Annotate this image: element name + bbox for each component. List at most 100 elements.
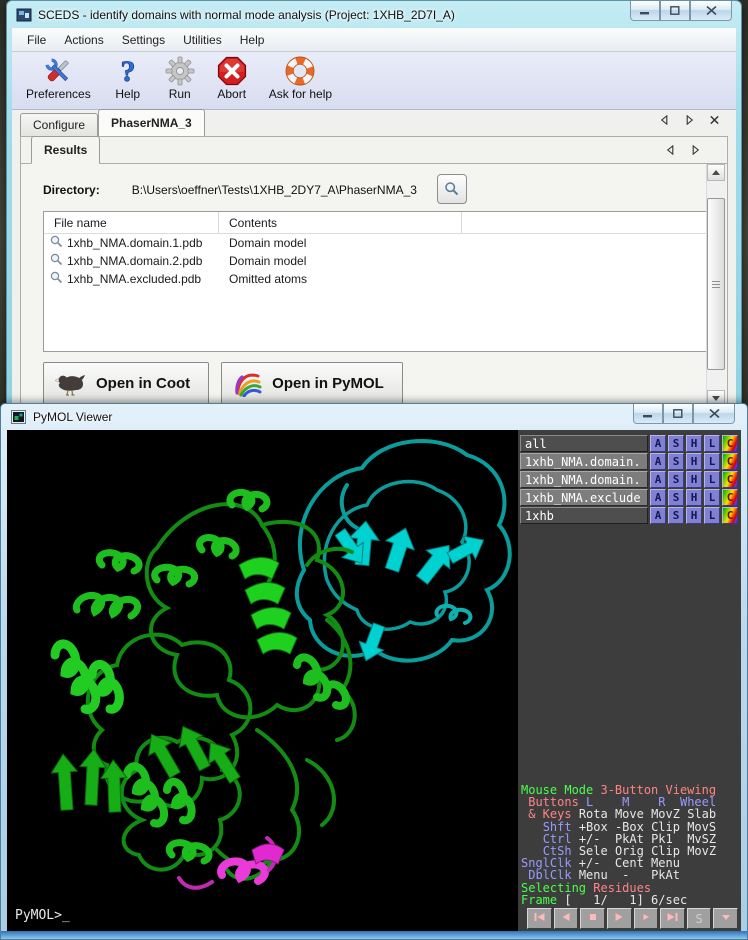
step-forward-button[interactable] (634, 908, 659, 929)
tool-preferences[interactable]: Preferences (22, 55, 95, 102)
minimize-icon (643, 405, 653, 423)
object-name[interactable]: 1xhb (520, 507, 648, 524)
object-l-button[interactable]: L (704, 453, 720, 470)
table-row[interactable]: 1xhb_NMA.excluded.pdbOmitted atoms (44, 270, 717, 288)
play-button[interactable] (607, 908, 632, 929)
play-icon (613, 911, 625, 926)
tool-label: Run (169, 87, 191, 101)
tool-label: Abort (217, 87, 246, 101)
file-table-header: File name Contents (44, 212, 717, 234)
object-s-button[interactable]: S (668, 453, 684, 470)
object-row: 1xhbASHLC (520, 507, 738, 524)
sceds-titlebar[interactable]: SCEDS - identify domains with normal mod… (7, 1, 741, 28)
tab-phasernma_3[interactable]: PhaserNMA_3 (98, 109, 205, 136)
object-l-button[interactable]: L (704, 507, 720, 524)
pymol-titlebar[interactable]: PyMOL Viewer (1, 404, 747, 430)
command-prompt[interactable]: PyMOL>_ (15, 908, 70, 923)
menu-item-settings[interactable]: Settings (113, 29, 174, 51)
pymol-close-button[interactable] (693, 404, 735, 424)
object-l-button[interactable]: L (704, 489, 720, 506)
sceds-client-area: FileActionsSettingsUtilitiesHelp Prefere… (12, 28, 736, 413)
scroll-up-icon (712, 170, 720, 175)
menu-item-help[interactable]: Help (231, 29, 274, 51)
object-h-button[interactable]: H (686, 471, 702, 488)
scrollbar-thumb[interactable] (707, 198, 725, 370)
object-s-button[interactable]: S (668, 435, 684, 452)
step-back-button[interactable] (554, 908, 579, 929)
abort-icon (217, 56, 247, 86)
object-a-button[interactable]: A (650, 453, 666, 470)
mouse-mode-panel: Mouse Mode 3-Button Viewing Buttons L M … (521, 784, 716, 906)
object-a-button[interactable]: A (650, 507, 666, 524)
open-in-coot-button[interactable]: Open in Coot (43, 362, 209, 405)
sceds-minimize-button[interactable] (630, 1, 660, 21)
tab-configure[interactable]: Configure (20, 113, 98, 136)
sceds-window-controls (630, 1, 732, 21)
tool-help[interactable]: ?Help (109, 55, 147, 102)
svg-text:?: ? (120, 56, 135, 86)
object-name[interactable]: 1xhb_NMA.domain. (520, 471, 648, 488)
sceds-close-button[interactable] (690, 1, 732, 21)
table-row[interactable]: 1xhb_NMA.domain.2.pdbDomain model (44, 252, 717, 270)
object-name[interactable]: all (520, 435, 648, 452)
stop-button[interactable] (580, 908, 605, 929)
object-c-button[interactable]: C (722, 471, 738, 488)
sceds-maximize-button[interactable] (660, 1, 690, 21)
object-h-button[interactable]: H (686, 435, 702, 452)
prev-tab-icon[interactable] (659, 114, 670, 126)
question-icon: ? (113, 56, 143, 86)
object-c-button[interactable]: C (722, 489, 738, 506)
scene-button[interactable]: S (687, 908, 712, 929)
results-panel: Results Directory: B:\Users\oeffner\Test… (20, 136, 728, 409)
object-a-button[interactable]: A (650, 489, 666, 506)
object-h-button[interactable]: H (686, 507, 702, 524)
down-arrow-button[interactable] (713, 908, 738, 929)
menu-item-actions[interactable]: Actions (55, 29, 112, 51)
table-row[interactable]: 1xhb_NMA.domain.1.pdbDomain model (44, 234, 717, 252)
next-inner-tab-icon[interactable] (690, 144, 701, 156)
object-l-button[interactable]: L (704, 435, 720, 452)
object-l-button[interactable]: L (704, 471, 720, 488)
skip-start-button[interactable] (527, 908, 552, 929)
tool-run[interactable]: Run (161, 55, 199, 102)
tool-ask-for-help[interactable]: Ask for help (265, 55, 336, 102)
object-s-button[interactable]: S (668, 507, 684, 524)
object-row: 1xhb_NMA.excludeASHLC (520, 489, 738, 506)
prev-inner-tab-icon[interactable] (665, 144, 676, 156)
object-c-button[interactable]: C (722, 507, 738, 524)
object-c-button[interactable]: C (722, 453, 738, 470)
search-icon (444, 181, 460, 197)
object-s-button[interactable]: S (668, 471, 684, 488)
object-row: allASHLC (520, 435, 738, 452)
next-tab-icon[interactable] (684, 114, 695, 126)
object-h-button[interactable]: H (686, 453, 702, 470)
scrollbar-track[interactable] (706, 164, 726, 407)
skip-end-button[interactable] (660, 908, 685, 929)
results-content: Directory: B:\Users\oeffner\Tests\1XHB_2… (22, 164, 707, 407)
menu-item-file[interactable]: File (18, 29, 55, 51)
pymol-maximize-button[interactable] (663, 404, 693, 424)
object-name[interactable]: 1xhb_NMA.domain. (520, 453, 648, 470)
open-in-pymol-button[interactable]: Open in PyMOL (221, 362, 403, 405)
object-s-button[interactable]: S (668, 489, 684, 506)
scrollbar-up-button[interactable] (707, 164, 725, 181)
browse-directory-button[interactable] (437, 174, 467, 204)
pymol-minimize-button[interactable] (633, 404, 663, 424)
file-name-cell: 1xhb_NMA.excluded.pdb (44, 271, 219, 287)
molecule-viewport[interactable]: PyMOL>_ (7, 430, 518, 931)
object-panel: allASHLC1xhb_NMA.domain.ASHLC1xhb_NMA.do… (518, 430, 741, 931)
object-a-button[interactable]: A (650, 471, 666, 488)
object-a-button[interactable]: A (650, 435, 666, 452)
object-h-button[interactable]: H (686, 489, 702, 506)
scene-button-label: S (695, 912, 702, 926)
step-back-icon (560, 911, 572, 926)
object-c-button[interactable]: C (722, 435, 738, 452)
column-header-file-name: File name (44, 212, 219, 233)
close-tab-icon[interactable] (709, 114, 720, 126)
tab-results[interactable]: Results (31, 136, 100, 164)
menu-item-utilities[interactable]: Utilities (174, 29, 231, 51)
directory-label: Directory: (43, 183, 100, 197)
action-button-row: Open in Coot Open in PyMOL (43, 362, 403, 405)
object-name[interactable]: 1xhb_NMA.exclude (520, 489, 648, 506)
tool-abort[interactable]: Abort (213, 55, 251, 102)
